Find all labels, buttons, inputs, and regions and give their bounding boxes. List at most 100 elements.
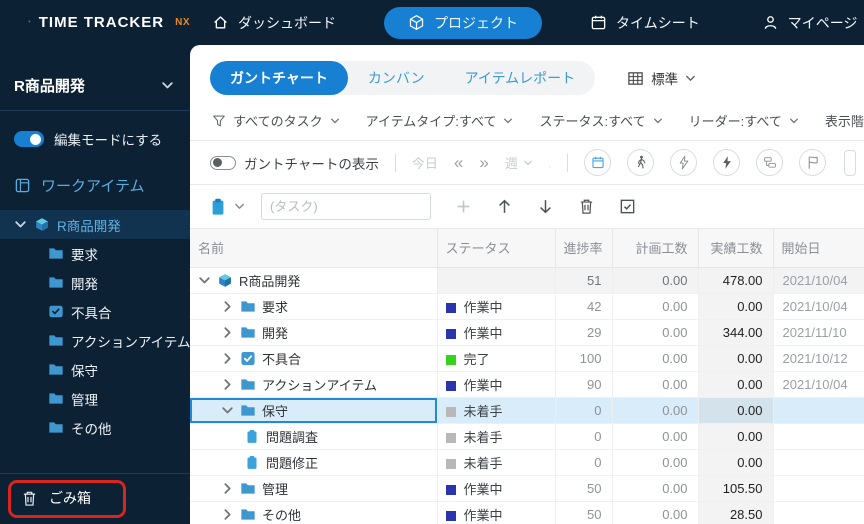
- move-down-icon[interactable]: [537, 198, 554, 215]
- top-navigation: ダッシュボード プロジェクト タイムシート マイページ: [198, 7, 864, 39]
- col-header-actual[interactable]: 実績工数: [698, 229, 773, 267]
- progress-line-button[interactable]: [627, 149, 654, 176]
- next-period-button[interactable]: »: [479, 154, 488, 171]
- multi-select-icon[interactable]: [619, 198, 636, 215]
- table-row[interactable]: アクションアイテム作業中900.000.002021/10/04: [190, 371, 864, 397]
- cell-name[interactable]: 問題調査: [190, 423, 437, 449]
- chevron-right-icon[interactable]: [221, 326, 234, 339]
- app-logo[interactable]: TIME TRACKER NX: [0, 10, 190, 36]
- table-row[interactable]: 要求作業中420.000.002021/10/04: [190, 293, 864, 319]
- status-color-badge: [446, 381, 456, 391]
- chevron-down-icon[interactable]: [234, 201, 245, 212]
- critical-path-button[interactable]: [670, 149, 697, 176]
- milestone-button[interactable]: [799, 149, 826, 176]
- gantt-search-input[interactable]: [844, 150, 856, 176]
- cell-start-date: 2021/10/04: [773, 267, 864, 293]
- tab-gantt-chart[interactable]: ガントチャート: [210, 61, 348, 95]
- sidebar-tree-item[interactable]: その他: [0, 413, 190, 442]
- cell-progress: 50: [555, 501, 612, 524]
- chevron-down-icon[interactable]: [14, 218, 27, 231]
- col-header-progress[interactable]: 進捗率: [555, 229, 612, 267]
- table-row[interactable]: 保守未着手00.000.00: [190, 397, 864, 423]
- new-task-input[interactable]: [261, 193, 431, 220]
- sidebar-tree-item[interactable]: アクションアイテム: [0, 326, 190, 355]
- sidebar-tree-item[interactable]: R商品開発: [0, 210, 190, 239]
- cell-name[interactable]: 不具合: [190, 345, 437, 371]
- filter-status[interactable]: ステータス:すべて: [539, 111, 662, 130]
- cell-name[interactable]: 開発: [190, 319, 437, 345]
- delete-task-icon[interactable]: [578, 198, 595, 215]
- cell-status: 作業中: [437, 371, 555, 397]
- view-preset-selector[interactable]: 標準: [627, 68, 696, 88]
- col-header-name[interactable]: 名前: [190, 229, 437, 267]
- filter-leader[interactable]: リーダー:すべて: [689, 111, 799, 130]
- chevron-right-icon[interactable]: [221, 378, 234, 391]
- tree-item-label: 不具合: [71, 302, 112, 322]
- nav-dashboard[interactable]: ダッシュボード: [198, 7, 350, 39]
- cell-name[interactable]: R商品開発: [190, 267, 437, 293]
- prev-period-button[interactable]: «: [454, 154, 463, 171]
- folder-icon: [240, 325, 256, 340]
- col-header-status[interactable]: ステータス: [437, 229, 555, 267]
- work-item-table: 名前 ステータス 進捗率 計画工数 実績工数 開始日 R商品開発510.0047…: [190, 228, 864, 524]
- chevron-down-icon[interactable]: [198, 274, 211, 287]
- sidebar-item-workitem[interactable]: ワークアイテム: [0, 159, 190, 206]
- chevron-right-icon[interactable]: [221, 300, 234, 313]
- filter-all-tasks[interactable]: すべてのタスク: [212, 111, 340, 130]
- chevron-right-icon[interactable]: [221, 352, 234, 365]
- cell-name[interactable]: 問題修正: [190, 449, 437, 475]
- chevron-right-icon[interactable]: [221, 508, 234, 521]
- check-square-icon: [240, 351, 256, 366]
- add-task-icon[interactable]: [455, 198, 472, 215]
- tab-item-report[interactable]: アイテムレポート: [445, 61, 596, 95]
- sidebar-tree-item[interactable]: 要求: [0, 239, 190, 268]
- status-color-badge: [446, 511, 456, 521]
- cell-name[interactable]: アクションアイテム: [190, 371, 437, 397]
- filter-item-type-label: アイテムタイプ:すべて: [366, 111, 497, 130]
- period-selector[interactable]: 週: [505, 153, 533, 172]
- cell-progress: 50: [555, 475, 612, 501]
- filter-item-type[interactable]: アイテムタイプ:すべて: [366, 111, 514, 130]
- table-row[interactable]: 管理作業中500.00105.50: [190, 475, 864, 501]
- edit-mode-toggle[interactable]: 編集モードにする: [0, 111, 190, 159]
- sidebar-item-trash[interactable]: ごみ箱: [0, 488, 190, 508]
- cell-name[interactable]: その他: [190, 501, 437, 524]
- today-button[interactable]: 今日: [412, 153, 438, 172]
- project-selector[interactable]: R商品開発: [0, 45, 190, 110]
- table-row[interactable]: R商品開発510.00478.002021/10/04: [190, 267, 864, 293]
- chevron-down-icon[interactable]: [221, 404, 234, 417]
- col-header-start-date[interactable]: 開始日: [773, 229, 864, 267]
- task-type-icon[interactable]: [210, 198, 226, 216]
- move-up-icon[interactable]: [496, 198, 513, 215]
- chevron-right-icon[interactable]: [221, 482, 234, 495]
- col-header-planned[interactable]: 計画工数: [612, 229, 698, 267]
- cell-planned-hours: 0.00: [612, 345, 698, 371]
- table-row[interactable]: 開発作業中290.00344.002021/11/10: [190, 319, 864, 345]
- cell-name[interactable]: 管理: [190, 475, 437, 501]
- nav-mypage[interactable]: マイページ: [748, 7, 864, 39]
- table-row[interactable]: 問題修正未着手00.000.00: [190, 449, 864, 475]
- gantt-visibility-toggle[interactable]: [210, 156, 236, 170]
- item-name-label: 開発: [262, 323, 288, 342]
- tab-kanban[interactable]: カンバン: [348, 61, 445, 95]
- sidebar-tree-item[interactable]: 管理: [0, 384, 190, 413]
- timescale-icon[interactable]: [549, 155, 551, 171]
- sidebar-tree-item[interactable]: 開発: [0, 268, 190, 297]
- filter-display-level[interactable]: 表示階層:レベル: [825, 111, 864, 130]
- table-row[interactable]: 不具合完了1000.000.002021/10/12: [190, 345, 864, 371]
- cell-planned-hours: 0.00: [612, 319, 698, 345]
- cell-start-date: [773, 397, 864, 423]
- sidebar-tree-item[interactable]: 不具合: [0, 297, 190, 326]
- cell-name[interactable]: 保守: [190, 397, 437, 423]
- nav-timesheet[interactable]: タイムシート: [576, 7, 714, 39]
- critical-path-filled-button[interactable]: [713, 149, 740, 176]
- nav-project[interactable]: プロジェクト: [384, 7, 542, 39]
- calendar-view-button[interactable]: [584, 149, 611, 176]
- sidebar-tree-item[interactable]: 保守: [0, 355, 190, 384]
- cell-name[interactable]: 要求: [190, 293, 437, 319]
- item-name-label: 管理: [262, 479, 288, 498]
- dependency-button[interactable]: [756, 149, 783, 176]
- table-row[interactable]: その他作業中500.0028.50: [190, 501, 864, 524]
- toggle-on-icon[interactable]: [14, 131, 44, 147]
- table-row[interactable]: 問題調査未着手00.000.00: [190, 423, 864, 449]
